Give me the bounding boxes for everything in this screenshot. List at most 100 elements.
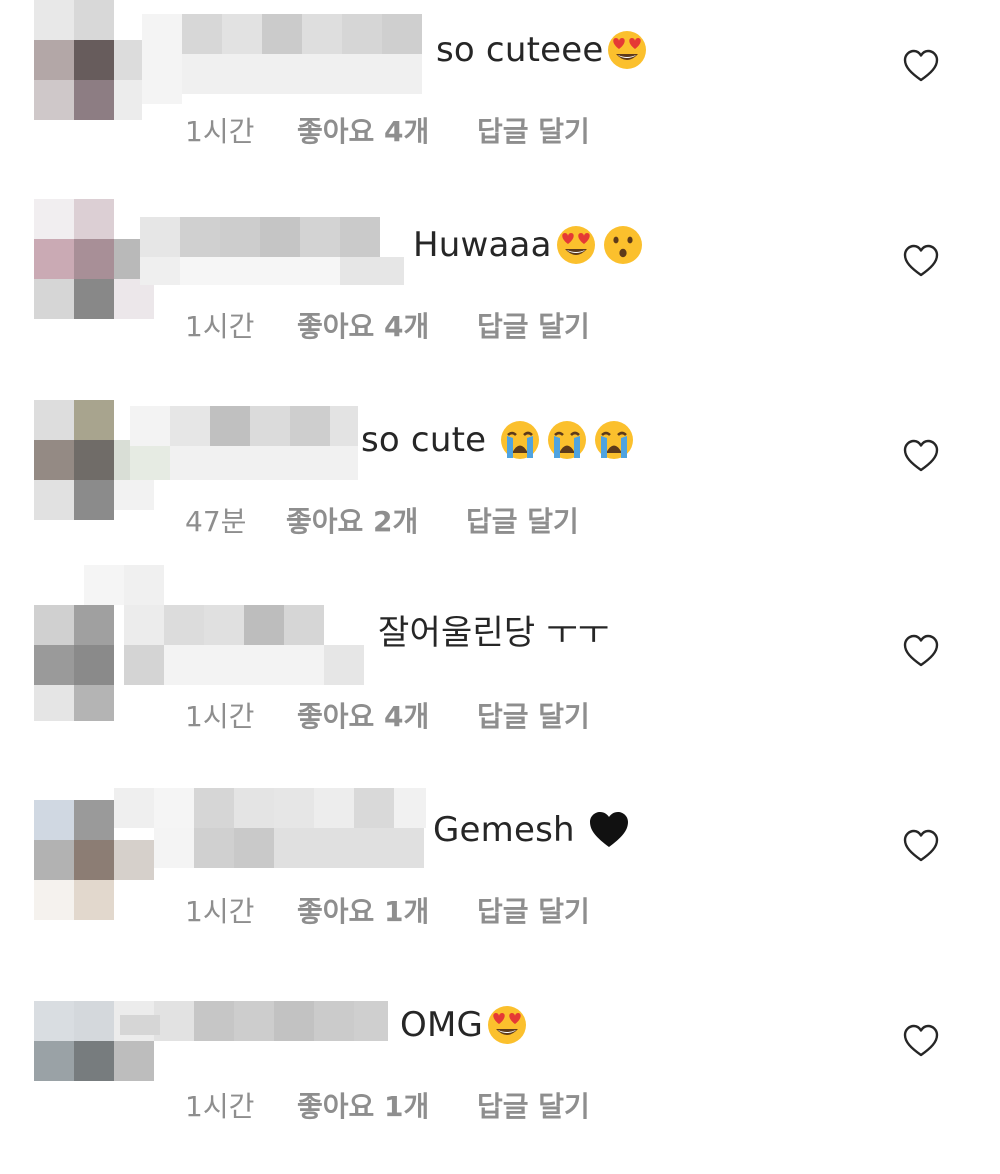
pixel-block [34,400,74,440]
pixel-block [180,217,220,257]
comment-time: 47분 [185,505,247,538]
hushed-emoji-icon [603,226,642,264]
pixel-block [222,14,262,54]
heart-outline-icon [903,634,939,667]
comment-body: OMG [400,1005,484,1045]
pixel-block [140,257,180,285]
pixel-block [234,1001,274,1041]
like-button[interactable] [902,48,940,84]
heart-eyes-emoji-icon [556,226,595,264]
pixel-block [194,828,234,868]
pixel-block [114,80,142,120]
comment-body: Huwaaa [413,225,552,265]
pixel-block [74,645,114,685]
like-button[interactable] [902,438,940,474]
pixel-block [142,14,182,104]
like-button[interactable] [902,243,940,279]
pixel-block [394,788,426,828]
pixel-block [34,1001,74,1041]
pixel-block [120,1015,160,1035]
pixel-block [34,840,74,880]
pixel-block [340,257,404,285]
pixel-block [74,400,114,440]
pixel-block [34,440,74,480]
pixel-block [274,788,314,828]
like-button[interactable] [902,828,940,864]
comment-text: Huwaaa [413,223,645,267]
reply-button[interactable]: 답글 달기 [466,502,579,542]
likes-count-link[interactable]: 좋아요 4개 [297,307,429,347]
pixel-block [114,788,154,828]
comment-text: so cuteee [436,28,649,72]
pixel-block [210,406,250,446]
likes-count-link[interactable]: 좋아요 4개 [297,697,429,737]
pixel-block [170,446,358,480]
pixel-block [220,217,260,257]
reply-button[interactable]: 답글 달기 [477,307,590,347]
pixel-block [300,217,340,257]
pixel-block [74,880,114,920]
comment-row: so cute 47분 좋아요 2개 답글 달기 [0,390,1000,585]
pixel-block [74,279,114,319]
crying-emoji-icon [501,421,540,459]
like-button[interactable] [902,633,940,669]
pixel-block [34,239,74,279]
pixel-block [124,645,164,685]
emoji-group [498,418,636,462]
pixel-block [34,80,74,120]
pixel-block [234,788,274,828]
reply-button[interactable]: 답글 달기 [477,892,590,932]
emoji-group [485,1003,529,1047]
pixel-block [74,685,114,721]
comment-row: OMG 1시간 좋아요 1개 답글 달기 [0,975,1000,1170]
pixel-block [274,1001,314,1041]
heart-eyes-emoji-icon [488,1006,527,1044]
comment-body: so cute [361,420,487,460]
pixel-block [34,645,74,685]
pixel-block [154,788,194,828]
pixel-block [194,788,234,828]
likes-count-link[interactable]: 좋아요 4개 [297,112,429,152]
pixel-block [250,406,290,446]
heart-outline-icon [903,49,939,82]
pixel-block [74,440,114,480]
pixel-block [342,14,382,54]
pixel-block [114,840,154,880]
pixel-block [154,828,194,868]
pixel-block [154,1001,194,1041]
likes-count-link[interactable]: 좋아요 2개 [286,502,418,542]
pixel-block [34,685,74,721]
comment-time: 1시간 [185,1090,255,1123]
pixel-block [74,0,114,40]
comment-text: 잘어울린당 ㅜㅜ [378,613,609,653]
emoji-group [587,808,631,852]
reply-button[interactable]: 답글 달기 [477,1087,590,1127]
likes-count-link[interactable]: 좋아요 1개 [297,1087,429,1127]
crying-emoji-icon [548,421,587,459]
pixel-block [114,239,142,279]
comment-text: OMG [400,1003,529,1047]
pixel-block [114,1041,154,1081]
pixel-block [74,80,114,120]
pixel-block [74,239,114,279]
pixel-block [124,605,164,645]
like-button[interactable] [902,1023,940,1059]
pixel-block [74,605,114,645]
pixel-block [74,480,114,520]
pixel-block [34,0,74,40]
pixel-block [170,406,210,446]
pixel-block [290,406,330,446]
pixel-block [114,40,142,80]
pixel-block [74,1001,114,1041]
emoji-group [605,28,649,72]
likes-count-link[interactable]: 좋아요 1개 [297,892,429,932]
pixel-block [34,880,74,920]
pixel-block [84,565,124,605]
reply-button[interactable]: 답글 달기 [477,112,590,152]
pixel-block [114,480,154,510]
reply-button[interactable]: 답글 달기 [477,697,590,737]
pixel-block [314,788,354,828]
pixel-block [74,199,114,239]
pixel-block [74,1041,114,1081]
comment-row: so cuteee 1시간 좋아요 4개 답글 달기 [0,0,1000,195]
